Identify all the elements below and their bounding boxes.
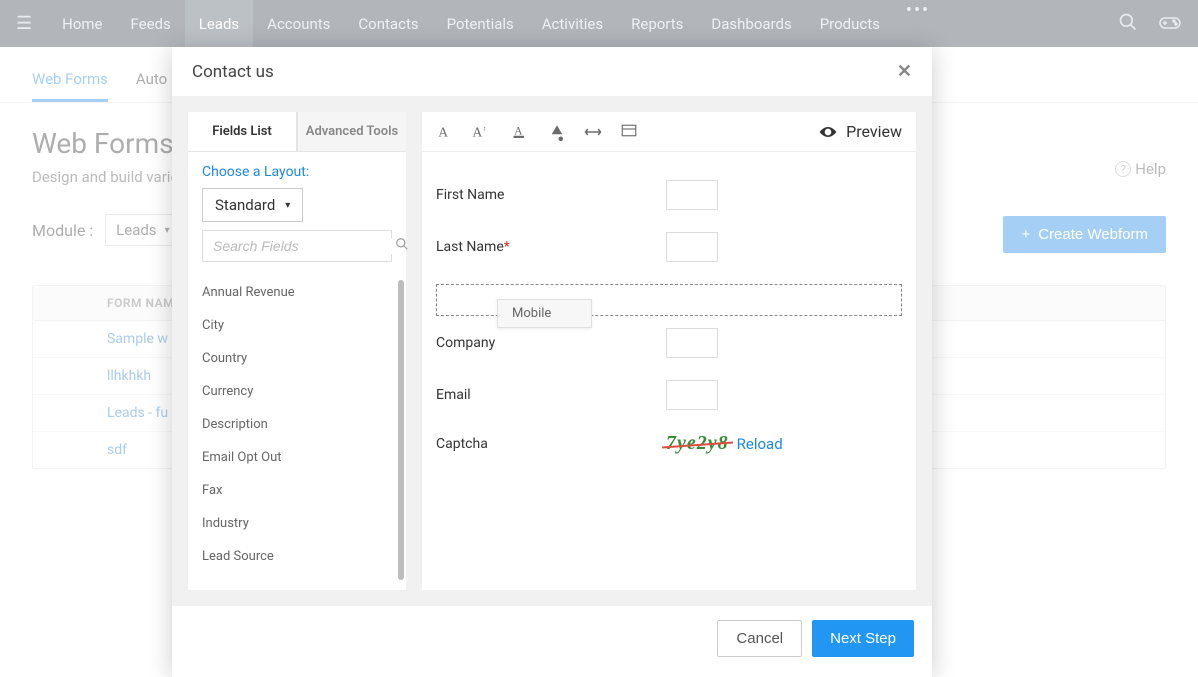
reload-captcha-link[interactable]: Reload (737, 435, 783, 453)
layout-select[interactable]: Standard ▾ (202, 188, 303, 222)
preview-button[interactable]: Preview (818, 122, 902, 141)
captcha-image: 7ye2y8 (666, 432, 729, 455)
field-industry[interactable]: Industry (202, 507, 392, 540)
contact-us-modal: Contact us ✕ Fields List Advanced Tools … (172, 47, 932, 677)
svg-text:↕: ↕ (483, 124, 486, 132)
search-fields-box[interactable] (202, 230, 392, 262)
font-size-icon[interactable]: A↕ (472, 123, 494, 141)
form-label-captcha: Captcha (436, 436, 666, 452)
search-fields-input[interactable] (213, 238, 395, 254)
form-row-first-name[interactable]: First Name (436, 180, 902, 210)
drag-ghost-mobile[interactable]: Mobile (497, 299, 592, 328)
form-canvas[interactable]: First Name Last Name* Mobile Company Ema… (422, 152, 916, 590)
svg-text:A: A (438, 124, 448, 139)
field-lead-source[interactable]: Lead Source (202, 540, 392, 573)
form-label-last-name: Last Name* (436, 239, 666, 255)
form-label-first-name: First Name (436, 187, 666, 203)
form-row-last-name[interactable]: Last Name* (436, 232, 902, 262)
editor-toolbar: A A↕ A Preview (422, 112, 916, 152)
search-icon[interactable] (395, 237, 409, 255)
field-description[interactable]: Description (202, 408, 392, 441)
fields-panel: Fields List Advanced Tools Choose a Layo… (188, 112, 406, 590)
chevron-down-icon: ▾ (285, 200, 290, 211)
scrollbar-thumb[interactable] (398, 280, 404, 580)
form-label-company: Company (436, 335, 666, 351)
field-city[interactable]: City (202, 309, 392, 342)
available-fields-list: Annual Revenue City Country Currency Des… (188, 272, 406, 590)
next-step-button[interactable]: Next Step (812, 620, 914, 657)
layout-label: Choose a Layout: (202, 164, 392, 180)
drop-zone[interactable]: Mobile (436, 284, 902, 316)
form-row-company[interactable]: Company (436, 328, 902, 358)
field-annual-revenue[interactable]: Annual Revenue (202, 276, 392, 309)
form-builder-panel: A A↕ A Preview First Name Last Name* (422, 112, 916, 590)
close-icon[interactable]: ✕ (897, 61, 912, 82)
form-input-first-name[interactable] (666, 180, 718, 210)
form-label-email: Email (436, 387, 666, 403)
tab-advanced-tools[interactable]: Advanced Tools (297, 112, 406, 151)
preview-label: Preview (846, 122, 902, 141)
field-currency[interactable]: Currency (202, 375, 392, 408)
field-country[interactable]: Country (202, 342, 392, 375)
cancel-button[interactable]: Cancel (717, 620, 802, 657)
form-row-email[interactable]: Email (436, 380, 902, 410)
form-input-last-name[interactable] (666, 232, 718, 262)
background-color-icon[interactable] (548, 123, 566, 141)
form-input-company[interactable] (666, 328, 718, 358)
layout-value: Standard (215, 196, 275, 214)
field-email-opt-out[interactable]: Email Opt Out (202, 441, 392, 474)
form-input-email[interactable] (666, 380, 718, 410)
tab-fields-list[interactable]: Fields List (188, 112, 297, 151)
form-row-captcha: Captcha 7ye2y8 Reload (436, 432, 902, 455)
font-icon[interactable]: A (436, 123, 454, 141)
text-color-icon[interactable]: A (512, 123, 530, 141)
svg-text:A: A (514, 125, 523, 137)
eye-icon (818, 125, 838, 139)
field-fax[interactable]: Fax (202, 474, 392, 507)
modal-title: Contact us (192, 62, 274, 82)
svg-text:A: A (473, 124, 483, 139)
modal-footer: Cancel Next Step (172, 606, 932, 677)
width-icon[interactable] (584, 126, 602, 138)
form-settings-icon[interactable] (620, 123, 638, 141)
